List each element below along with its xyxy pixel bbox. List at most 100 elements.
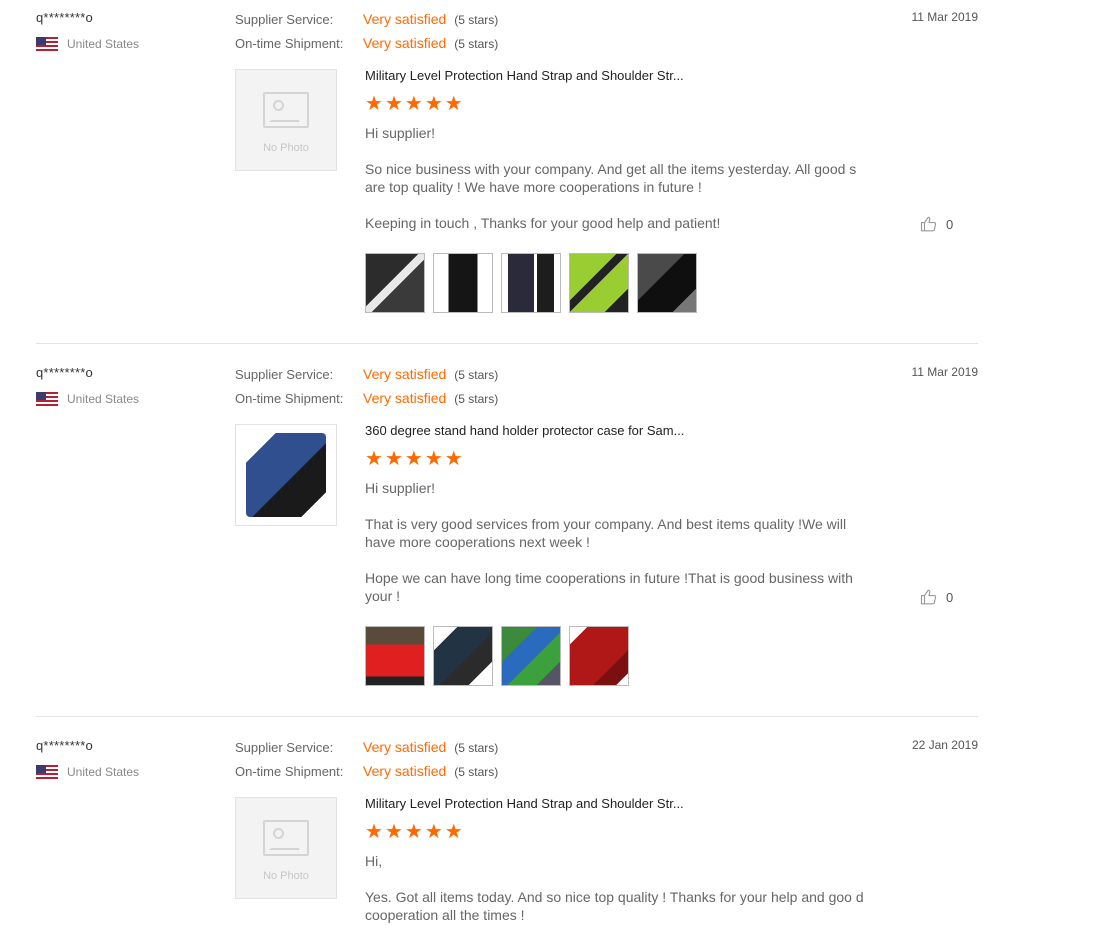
review-paragraph: Hi,: [365, 853, 383, 869]
review-photo[interactable]: [569, 253, 629, 313]
buyer-country: United States: [36, 765, 139, 779]
shipment-count: (5 stars): [454, 392, 499, 406]
like-count: 0: [946, 216, 954, 232]
star-icon: ★: [424, 821, 443, 843]
no-photo-placeholder: No Photo: [236, 92, 336, 154]
review-paragraph: Hi supplier!: [365, 480, 436, 496]
country-name: United States: [67, 392, 140, 406]
review-text: Hi supplier! So nice business with your …: [365, 124, 865, 250]
supplier-service-rating: Supplier Service: Very satisfied (5 star…: [235, 11, 498, 27]
star-icon: ★: [444, 821, 463, 843]
shipment-rating: On-time Shipment: Very satisfied (5 star…: [235, 35, 498, 51]
like-count: 0: [946, 589, 954, 605]
review-date: 11 Mar 2019: [911, 10, 979, 24]
star-icon: ★: [384, 448, 403, 470]
thumbs-up-icon: [920, 589, 937, 605]
star-rating: ★ ★ ★ ★ ★: [365, 822, 463, 842]
supplier-service-count: (5 stars): [454, 368, 499, 382]
review-photo-gallery: [365, 626, 629, 686]
supplier-service-rating: Supplier Service: Very satisfied (5 star…: [235, 366, 498, 382]
star-icon: ★: [365, 93, 383, 115]
supplier-service-label: Supplier Service:: [235, 367, 334, 382]
product-title-link[interactable]: Military Level Protection Hand Strap and…: [365, 68, 684, 83]
shipment-label: On-time Shipment:: [235, 391, 344, 406]
no-photo-text: No Photo: [263, 142, 309, 154]
country-name: United States: [67, 37, 140, 51]
shipment-value: Very satisfied: [363, 763, 447, 779]
shipment-value: Very satisfied: [363, 35, 447, 51]
supplier-service-label: Supplier Service:: [235, 12, 334, 27]
star-icon: ★: [444, 448, 463, 470]
star-icon: ★: [384, 821, 403, 843]
star-icon: ★: [404, 448, 423, 470]
review-date: 11 Mar 2019: [911, 365, 979, 379]
shipment-value: Very satisfied: [363, 390, 447, 406]
product-image: [246, 433, 326, 517]
no-photo-placeholder: No Photo: [236, 820, 336, 882]
buyer-name: q********o: [36, 365, 93, 380]
like-button[interactable]: 0: [920, 588, 953, 606]
country-name: United States: [67, 765, 140, 779]
review-photo[interactable]: [501, 626, 561, 686]
product-title-link[interactable]: 360 degree stand hand holder protector c…: [365, 423, 684, 438]
product-thumbnail[interactable]: [235, 424, 337, 526]
review-photo[interactable]: [433, 626, 493, 686]
supplier-service-value: Very satisfied: [363, 11, 447, 27]
supplier-service-rating: Supplier Service: Very satisfied (5 star…: [235, 739, 498, 755]
review-paragraph: Hi supplier!: [365, 125, 436, 141]
review-paragraph: That is very good services from your com…: [365, 516, 847, 550]
buyer-name: q********o: [36, 738, 93, 753]
review-card: q********o United States Supplier Servic…: [36, 355, 978, 717]
review-text: Hi, Yes. Got all items today. And so nic…: [365, 852, 865, 942]
product-title-link[interactable]: Military Level Protection Hand Strap and…: [365, 796, 684, 811]
review-text: Hi supplier! That is very good services …: [365, 479, 865, 623]
star-icon: ★: [404, 93, 423, 115]
review-paragraph: Keeping in touch , Thanks for your good …: [365, 215, 721, 231]
buyer-name: q********o: [36, 10, 93, 25]
star-icon: ★: [384, 93, 403, 115]
us-flag-icon: [36, 765, 58, 779]
star-icon: ★: [424, 448, 443, 470]
review-photo[interactable]: [501, 253, 561, 313]
review-paragraph: So nice business with your company. And …: [365, 161, 857, 195]
star-icon: ★: [444, 93, 463, 115]
shipment-count: (5 stars): [454, 765, 499, 779]
shipment-label: On-time Shipment:: [235, 36, 344, 51]
review-photo[interactable]: [433, 253, 493, 313]
supplier-service-value: Very satisfied: [363, 366, 447, 382]
buyer-country: United States: [36, 392, 139, 406]
supplier-service-label: Supplier Service:: [235, 740, 334, 755]
star-rating: ★ ★ ★ ★ ★: [365, 449, 463, 469]
star-rating: ★ ★ ★ ★ ★: [365, 94, 463, 114]
product-thumbnail[interactable]: No Photo: [235, 797, 337, 899]
supplier-service-count: (5 stars): [454, 741, 499, 755]
product-thumbnail[interactable]: No Photo: [235, 69, 337, 171]
review-photo[interactable]: [365, 253, 425, 313]
supplier-service-value: Very satisfied: [363, 739, 447, 755]
supplier-service-count: (5 stars): [454, 13, 499, 27]
review-card: q********o United States Supplier Servic…: [36, 728, 978, 933]
buyer-country: United States: [36, 37, 139, 51]
us-flag-icon: [36, 37, 58, 51]
shipment-label: On-time Shipment:: [235, 764, 344, 779]
review-photo[interactable]: [637, 253, 697, 313]
star-icon: ★: [365, 448, 383, 470]
review-date: 22 Jan 2019: [911, 738, 978, 752]
no-photo-text: No Photo: [263, 870, 309, 882]
review-photo[interactable]: [365, 626, 425, 686]
star-icon: ★: [404, 821, 423, 843]
shipment-rating: On-time Shipment: Very satisfied (5 star…: [235, 390, 498, 406]
thumbs-up-icon: [920, 216, 937, 232]
us-flag-icon: [36, 392, 58, 406]
shipment-count: (5 stars): [454, 37, 499, 51]
image-placeholder-icon: [263, 92, 309, 128]
star-icon: ★: [365, 821, 383, 843]
review-photo[interactable]: [569, 626, 629, 686]
shipment-rating: On-time Shipment: Very satisfied (5 star…: [235, 763, 498, 779]
review-paragraph: Yes. Got all items today. And so nice to…: [365, 889, 864, 923]
like-button[interactable]: 0: [920, 215, 953, 233]
review-photo-gallery: [365, 253, 697, 313]
review-card: q********o United States Supplier Servic…: [36, 0, 978, 344]
review-paragraph: Hope we can have long time cooperations …: [365, 570, 853, 604]
star-icon: ★: [424, 93, 443, 115]
